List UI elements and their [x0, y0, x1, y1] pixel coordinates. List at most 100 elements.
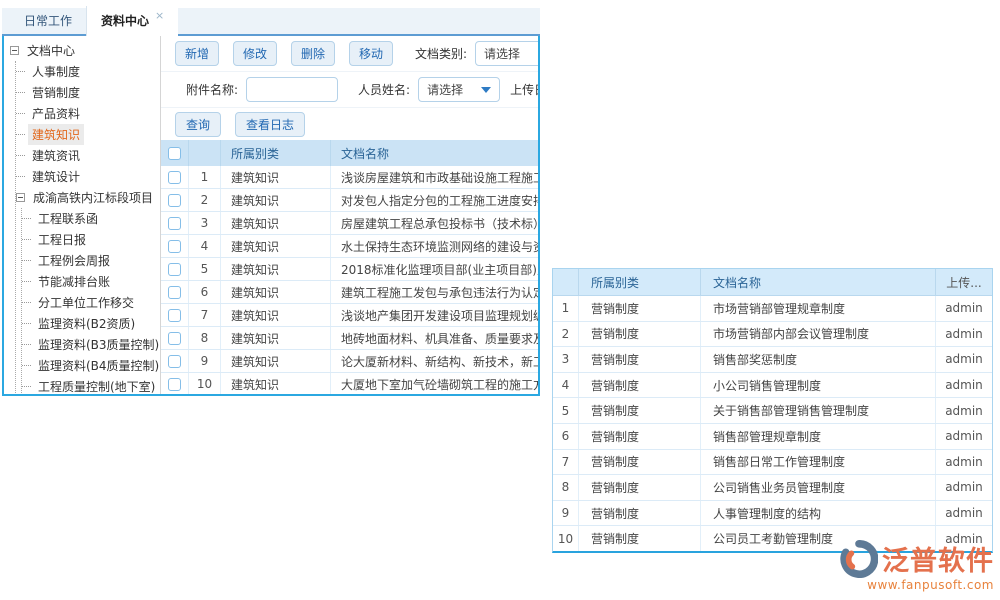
tree-item-construction-news[interactable]: 建筑资讯: [16, 145, 160, 166]
tree-item-quality-basement[interactable]: 工程质量控制(地下室): [22, 376, 160, 394]
attachment-name-label: 附件名称:: [186, 81, 238, 98]
tab-close-icon[interactable]: ×: [155, 9, 164, 22]
person-name-value: 请选择: [427, 81, 463, 98]
query-button[interactable]: 查询: [175, 112, 221, 137]
category-tree: 文档中心 人事制度 营销制度 产品资料: [4, 36, 161, 394]
tree-connector: [16, 134, 25, 135]
table-row[interactable]: 9 建筑知识 论大厦新材料、新结构、新技术，新工...: [161, 350, 538, 373]
tree-item-energy-ledger[interactable]: 节能减排台账: [22, 271, 160, 292]
tree-children-level1: 人事制度 营销制度 产品资料 建筑知识: [15, 61, 160, 394]
tree-connector: [16, 71, 25, 72]
tree-connector: [22, 260, 31, 261]
edit-button[interactable]: 修改: [233, 41, 277, 66]
table-row[interactable]: 7 营销制度 销售部日常工作管理制度 admin: [553, 450, 992, 476]
category-column-header: 所属别类: [579, 269, 701, 295]
row-checkbox[interactable]: [168, 286, 181, 299]
table-row[interactable]: 8 建筑知识 地砖地面材料、机具准备、质量要求及...: [161, 327, 538, 350]
delete-button[interactable]: 删除: [291, 41, 335, 66]
tree-item-work-transfer[interactable]: 分工单位工作移交: [22, 292, 160, 313]
table-row[interactable]: 3 建筑知识 房屋建筑工程总承包投标书（技术标）...: [161, 212, 538, 235]
tree-connector: [22, 218, 31, 219]
row-checkbox[interactable]: [168, 217, 181, 230]
tree-item-marketing[interactable]: 营销制度: [16, 82, 160, 103]
tree-children-level2: 工程联系函 工程日报 工程例会周报 节能减排台账: [21, 208, 160, 394]
doc-type-value: 请选择: [484, 45, 520, 62]
tree-connector: [22, 323, 31, 324]
row-checkbox[interactable]: [168, 332, 181, 345]
tree-connector: [22, 302, 31, 303]
doc-type-select[interactable]: 请选择: [475, 41, 538, 66]
tree-item-personnel[interactable]: 人事制度: [16, 61, 160, 82]
document-center-window: 日常工作 资料中心 × 文档中心 人事制度: [2, 8, 540, 396]
tree-connector: [16, 155, 25, 156]
tree-connector: [22, 386, 31, 387]
tab-daily-work[interactable]: 日常工作: [10, 6, 86, 34]
row-checkbox[interactable]: [168, 355, 181, 368]
table-row[interactable]: 8 营销制度 公司销售业务员管理制度 admin: [553, 475, 992, 501]
table-row[interactable]: 5 营销制度 关于销售部管理销售管理制度 admin: [553, 398, 992, 424]
tree-item-construction-design[interactable]: 建筑设计: [16, 166, 160, 187]
index-column-header: [189, 140, 221, 166]
tree-item-product[interactable]: 产品资料: [16, 103, 160, 124]
tab-bar: 日常工作 资料中心 ×: [2, 8, 540, 36]
tree-item-weekly-meeting[interactable]: 工程例会周报: [22, 250, 160, 271]
uploader-column-header: 上传...: [936, 274, 992, 291]
table-row[interactable]: 2 建筑知识 对发包人指定分包的工程施工进度安排...: [161, 189, 538, 212]
tree-item-supervision-b4[interactable]: 监理资料(B4质量控制): [22, 355, 160, 376]
window-body: 文档中心 人事制度 营销制度 产品资料: [2, 36, 540, 396]
tree-connector: [16, 92, 25, 93]
table-row[interactable]: 6 营销制度 销售部管理规章制度 admin: [553, 424, 992, 450]
collapse-icon[interactable]: [16, 193, 25, 202]
table-row[interactable]: 5 建筑知识 2018标准化监理项目部(业主项目部)人员...: [161, 258, 538, 281]
name-column-header: 文档名称: [331, 145, 538, 162]
row-checkbox[interactable]: [168, 194, 181, 207]
category-column-header: 所属别类: [221, 140, 331, 166]
tree-item-construction-knowledge[interactable]: 建筑知识: [16, 124, 160, 145]
table-row[interactable]: 3 营销制度 销售部奖惩制度 admin: [553, 347, 992, 373]
attachment-name-input[interactable]: [246, 77, 338, 102]
tree-connector: [22, 281, 31, 282]
tab-data-center[interactable]: 资料中心 ×: [86, 6, 178, 36]
logo-url: www.fanpusoft.com: [867, 578, 994, 592]
tree-item-daily-report[interactable]: 工程日报: [22, 229, 160, 250]
tree-item-contact-letter[interactable]: 工程联系函: [22, 208, 160, 229]
tree-connector: [16, 113, 25, 114]
add-button[interactable]: 新增: [175, 41, 219, 66]
collapse-icon[interactable]: [10, 46, 19, 55]
name-column-header: 文档名称: [701, 269, 936, 295]
marketing-documents-table: 所属别类 文档名称 上传... 1 营销制度 市场营销部管理规章制度 admin…: [552, 268, 993, 553]
tree-connector: [22, 239, 31, 240]
person-name-select[interactable]: 请选择: [418, 77, 500, 102]
document-table: 所属别类 文档名称 1 建筑知识 浅谈房屋建筑和市政基础设施工程施工... 2 …: [161, 140, 538, 394]
move-button[interactable]: 移动: [349, 41, 393, 66]
row-checkbox[interactable]: [168, 263, 181, 276]
select-all-checkbox[interactable]: [168, 147, 181, 160]
clipped-upload-date-label: 上传日期: [510, 81, 538, 98]
table-row[interactable]: 6 建筑知识 建筑工程施工发包与承包违法行为认定...: [161, 281, 538, 304]
tree-root-project[interactable]: 成渝高铁内江标段项目: [16, 187, 160, 208]
row-checkbox[interactable]: [168, 378, 181, 391]
tab-data-center-label: 资料中心: [101, 12, 149, 29]
table-row[interactable]: 10 建筑知识 大厦地下室加气砼墙砌筑工程的施工方...: [161, 373, 538, 394]
tree-root-document-center[interactable]: 文档中心: [10, 40, 160, 61]
tree-item-supervision-b3[interactable]: 监理资料(B3质量控制): [22, 334, 160, 355]
toolbar-row-filters: 附件名称: 人员姓名: 请选择 上传日期: [161, 72, 538, 108]
table-row[interactable]: 1 建筑知识 浅谈房屋建筑和市政基础设施工程施工...: [161, 166, 538, 189]
row-checkbox[interactable]: [168, 240, 181, 253]
fanpu-logo-icon: [840, 540, 878, 578]
tree-item-supervision-b2[interactable]: 监理资料(B2资质): [22, 313, 160, 334]
chevron-down-icon: [481, 87, 491, 93]
person-name-label: 人员姓名:: [358, 81, 410, 98]
table-row[interactable]: 1 营销制度 市场营销部管理规章制度 admin: [553, 296, 992, 322]
table-header: 所属别类 文档名称 上传...: [553, 269, 992, 296]
view-log-button[interactable]: 查看日志: [235, 112, 305, 137]
table-row[interactable]: 4 建筑知识 水土保持生态环境监测网络的建设与资...: [161, 235, 538, 258]
table-row[interactable]: 2 营销制度 市场营销部内部会议管理制度 admin: [553, 322, 992, 348]
toolbar-row-actions: 新增 修改 删除 移动 文档类别: 请选择 文档: [161, 36, 538, 72]
table-row[interactable]: 7 建筑知识 浅谈地产集团开发建设项目监理规划编...: [161, 304, 538, 327]
row-checkbox[interactable]: [168, 309, 181, 322]
table-row[interactable]: 9 营销制度 人事管理制度的结构 admin: [553, 501, 992, 527]
row-checkbox[interactable]: [168, 171, 181, 184]
tree-connector: [22, 344, 31, 345]
table-row[interactable]: 4 营销制度 小公司销售管理制度 admin: [553, 373, 992, 399]
